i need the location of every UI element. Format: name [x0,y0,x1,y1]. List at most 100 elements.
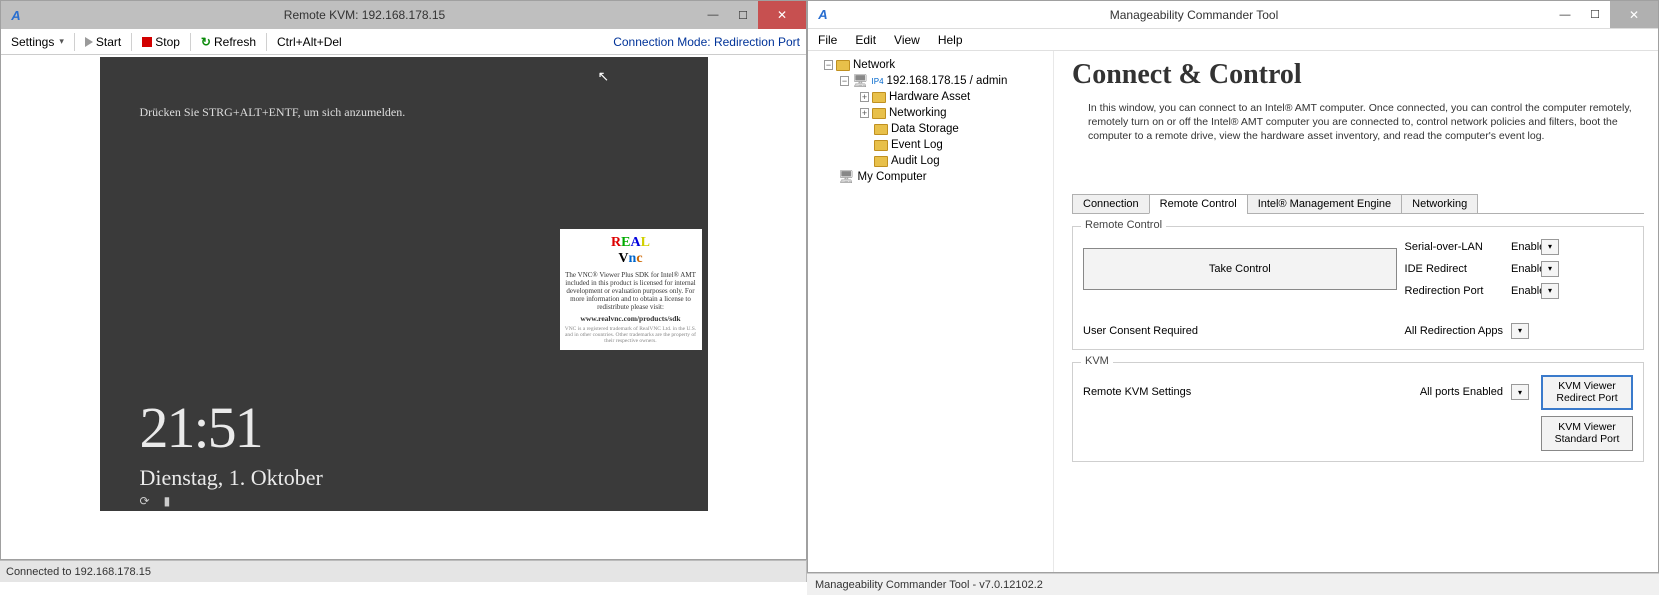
minimize-button[interactable] [1550,1,1580,28]
refresh-button[interactable]: ↻Refresh [197,35,260,49]
collapse-icon[interactable]: − [840,76,849,86]
stop-icon [142,37,152,47]
window-title: Remote KVM: 192.168.178.15 [31,8,698,22]
redir-value: Enabled [1511,285,1533,297]
redir-label: Redirection Port [1405,285,1503,297]
ide-dropdown[interactable] [1541,261,1559,277]
statusbar: Connected to 192.168.178.15 [0,560,807,582]
kvm-group: KVM Remote KVM Settings All ports Enable… [1072,362,1644,462]
maximize-button[interactable] [1580,1,1610,28]
expand-icon[interactable]: + [860,108,869,118]
vnc-link: www.realvnc.com/products/sdk [564,314,698,323]
kvm-settings-value: All ports Enabled [1420,386,1503,398]
divider [131,33,132,51]
app-icon: A [7,6,25,24]
folder-icon [836,60,850,71]
folder-icon [874,140,888,151]
tree-hardware[interactable]: +Hardware Asset [812,89,1049,105]
app-icon: A [814,6,832,24]
tab-remote-control[interactable]: Remote Control [1149,194,1248,214]
lock-time: 21:51 [140,394,262,461]
host-icon: 🖥 [852,73,869,89]
kvm-viewport[interactable]: Drücken Sie STRG+ALT+ENTF, um sich anzum… [1,55,806,559]
lock-prompt: Drücken Sie STRG+ALT+ENTF, um sich anzum… [140,105,406,120]
sol-label: Serial-over-LAN [1405,241,1503,253]
kvm-viewer-standard-button[interactable]: KVM ViewerStandard Port [1541,416,1633,451]
tree-mycomputer[interactable]: 🖥My Computer [812,169,1049,185]
sol-dropdown[interactable] [1541,239,1559,255]
menu-file[interactable]: File [818,33,837,47]
content-pane: Connect & Control In this window, you ca… [1054,51,1658,572]
maximize-button[interactable] [728,1,758,29]
consent-value: All Redirection Apps [1405,325,1503,337]
status-text: Connected to 192.168.178.15 [6,566,151,578]
vnc-footnote: VNC is a registered trademark of RealVNC… [564,326,698,344]
ctrl-alt-del-button[interactable]: Ctrl+Alt+Del [273,35,346,49]
kvm-toolbar: Settings Start Stop ↻Refresh Ctrl+Alt+De… [1,29,806,55]
folder-icon [872,92,886,103]
vnc-text: The VNC® Viewer Plus SDK for Intel® AMT … [564,271,698,311]
divider [266,33,267,51]
tree-host[interactable]: −🖥IP4192.168.178.15 / admin [812,73,1049,89]
divider [74,33,75,51]
kvm-settings-dropdown[interactable] [1511,384,1529,400]
tree-datastorage[interactable]: Data Storage [812,121,1049,137]
divider [190,33,191,51]
remote-control-group: Remote Control Serial-over-LAN Enabled T… [1072,226,1644,350]
redir-dropdown[interactable] [1541,283,1559,299]
ease-icon: ⟳ [140,494,150,509]
titlebar-kvm: A Remote KVM: 192.168.178.15 [1,1,806,29]
tab-networking[interactable]: Networking [1401,194,1478,214]
remote-screen[interactable]: Drücken Sie STRG+ALT+ENTF, um sich anzum… [100,57,708,511]
tree-networking[interactable]: +Networking [812,105,1049,121]
status-text: Manageability Commander Tool - v7.0.1210… [815,579,1043,591]
minimize-button[interactable] [698,1,728,29]
sol-value: Enabled [1511,241,1533,253]
settings-menu[interactable]: Settings [7,35,68,49]
lock-status-icons: ⟳▮ [140,494,171,509]
close-button[interactable] [758,1,806,29]
tree-auditlog[interactable]: Audit Log [812,153,1049,169]
ide-label: IDE Redirect [1405,263,1503,275]
expand-icon[interactable]: + [860,92,869,102]
kvm-viewer-redirect-button[interactable]: KVM ViewerRedirect Port [1541,375,1633,410]
tab-management-engine[interactable]: Intel® Management Engine [1247,194,1402,214]
ide-value: Enabled [1511,263,1533,275]
lock-date: Dienstag, 1. Oktober [140,465,323,491]
battery-icon: ▮ [164,494,171,509]
window-title: Manageability Commander Tool [838,8,1550,22]
close-button[interactable] [1610,1,1658,28]
group-label: Remote Control [1081,219,1166,231]
consent-label: User Consent Required [1083,325,1397,337]
computer-icon: 🖥 [838,169,855,185]
kvm-settings-label: Remote KVM Settings [1083,386,1412,398]
refresh-icon: ↻ [201,35,211,49]
play-icon [85,37,93,47]
take-control-button[interactable]: Take Control [1083,248,1397,290]
mouse-cursor-icon: ↖ [598,69,610,86]
menubar: File Edit View Help [808,29,1658,51]
tab-row: Connection Remote Control Intel® Managem… [1072,194,1644,214]
folder-icon [872,108,886,119]
folder-icon [874,156,888,167]
consent-dropdown[interactable] [1511,323,1529,339]
page-description: In this window, you can connect to an In… [1088,101,1644,144]
realvnc-logo: REALVnc [564,235,698,267]
connection-mode-label: Connection Mode: Redirection Port [613,35,800,49]
tree-network[interactable]: −Network [812,57,1049,73]
menu-edit[interactable]: Edit [855,33,876,47]
menu-view[interactable]: View [894,33,920,47]
tab-connection[interactable]: Connection [1072,194,1150,214]
vnc-watermark: REALVnc The VNC® Viewer Plus SDK for Int… [560,229,702,350]
start-button[interactable]: Start [81,35,125,49]
statusbar: Manageability Commander Tool - v7.0.1210… [807,573,1659,595]
tree-eventlog[interactable]: Event Log [812,137,1049,153]
group-label: KVM [1081,355,1113,367]
tree-pane: −Network −🖥IP4192.168.178.15 / admin +Ha… [808,51,1054,572]
menu-help[interactable]: Help [938,33,963,47]
folder-icon [874,124,888,135]
stop-button[interactable]: Stop [138,35,184,49]
titlebar-commander: A Manageability Commander Tool [808,1,1658,29]
page-title: Connect & Control [1072,59,1644,91]
collapse-icon[interactable]: − [824,60,833,70]
